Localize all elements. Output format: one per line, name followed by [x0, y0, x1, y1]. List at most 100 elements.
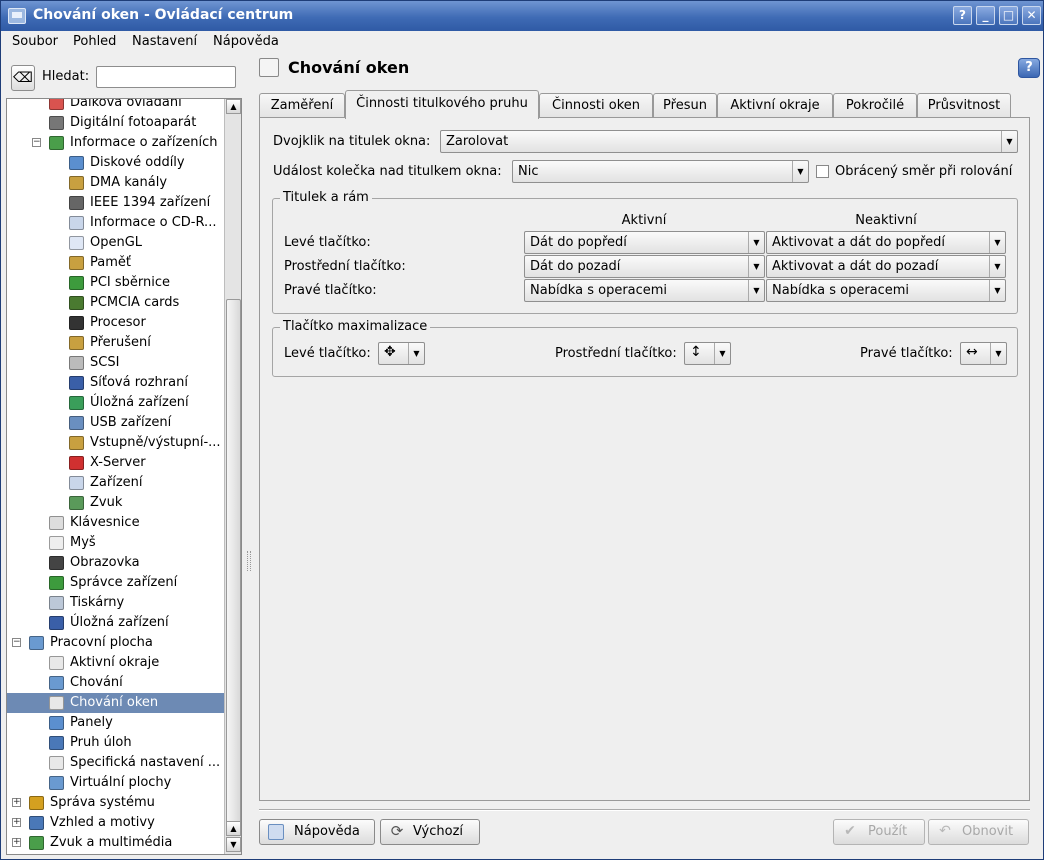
tree-item[interactable]: Myš [7, 533, 225, 553]
menu-help[interactable]: Nápověda [213, 34, 279, 49]
tree-item[interactable]: − Informace o zařízeních [7, 133, 225, 153]
tree-item[interactable]: Klávesnice [7, 513, 225, 533]
tree-item[interactable]: Procesor [7, 313, 225, 333]
help-button[interactable]: Nápověda [259, 819, 375, 845]
frame-right-active-combo[interactable]: Nabídka s operacemi ▼ [524, 279, 765, 302]
tree-item-label: Dálková ovládání [70, 98, 182, 110]
max-left-combo[interactable]: ✥ ▼ [378, 342, 425, 365]
context-help-button[interactable]: ? [953, 6, 972, 25]
tree-item[interactable]: Obrazovka [7, 553, 225, 573]
tab-translucency[interactable]: Průsvitnost [917, 93, 1011, 118]
scroll-thumb[interactable] [226, 299, 241, 824]
panel-splitter[interactable] [247, 551, 251, 571]
tree-item[interactable]: Chování [7, 673, 225, 693]
frame-right-inactive-combo[interactable]: Nabídka s operacemi ▼ [766, 279, 1006, 302]
tree-item-label: Diskové oddíly [90, 155, 185, 170]
tree-item-label: Virtuální plochy [70, 775, 172, 790]
help-icon[interactable]: ? [1018, 58, 1040, 78]
tree-item[interactable]: USB zařízení [7, 413, 225, 433]
tab-focus[interactable]: Zaměření [259, 93, 345, 118]
tab-moving[interactable]: Přesun [653, 93, 717, 118]
scroll-down-arrow[interactable]: ▼ [226, 837, 241, 852]
tree-item[interactable]: PCI sběrnice [7, 273, 225, 293]
tree-item-label: USB zařízení [90, 415, 172, 430]
tree-item[interactable]: Informace o CD-R... [7, 213, 225, 233]
usb-icon [69, 416, 84, 430]
tree-item[interactable]: Správce zařízení [7, 573, 225, 593]
module-title: Chování oken [288, 58, 410, 77]
title-bar[interactable]: Chování oken - Ovládací centrum ? _ □ ✕ [1, 1, 1043, 31]
tab-advanced[interactable]: Pokročilé [833, 93, 917, 118]
tree-item-label: OpenGL [90, 235, 143, 250]
tab-titlebar-actions[interactable]: Činnosti titulkového pruhu [345, 90, 539, 119]
tree-item[interactable]: Virtuální plochy [7, 773, 225, 793]
tab-active-edges[interactable]: Aktivní okraje [717, 93, 833, 118]
tree-item[interactable]: Digitální fotoaparát [7, 113, 225, 133]
tree-item-label: Vzhled a motivy [50, 815, 155, 830]
frame-middle-inactive-combo[interactable]: Aktivovat a dát do pozadí ▼ [766, 255, 1006, 278]
tree-item[interactable]: DMA kanály [7, 173, 225, 193]
defaults-button[interactable]: ⟳ Výchozí [380, 819, 480, 845]
tree-item[interactable]: Panely [7, 713, 225, 733]
tree-item[interactable]: IEEE 1394 zařízení [7, 193, 225, 213]
tree-item[interactable]: + Vzhled a motivy [7, 813, 225, 833]
menu-file[interactable]: Soubor [12, 34, 58, 49]
scroll-up-arrow-lower[interactable]: ▲ [226, 821, 241, 836]
frame-left-inactive-combo[interactable]: Aktivovat a dát do popředí ▼ [766, 231, 1006, 254]
tree-item[interactable]: − Pracovní plocha [7, 633, 225, 653]
tree-item[interactable]: Dálková ovládání [7, 98, 225, 113]
max-right-combo[interactable]: ↔ ▼ [960, 342, 1007, 365]
tree-item[interactable]: + Zvuk a multimédia [7, 833, 225, 853]
camera-icon [49, 116, 64, 130]
doubleclick-combo[interactable]: Zarolovat ▼ [440, 130, 1018, 153]
tab-window-actions[interactable]: Činnosti oken [539, 93, 653, 118]
tree-item[interactable]: + Správa systému [7, 793, 225, 813]
tree-item-label: IEEE 1394 zařízení [90, 195, 211, 210]
reset-button[interactable]: ↶ Obnovit [928, 819, 1029, 845]
close-button[interactable]: ✕ [1022, 6, 1041, 25]
frame-middle-active-combo[interactable]: Dát do pozadí ▼ [524, 255, 765, 278]
tree-item[interactable]: Chování oken [7, 693, 225, 713]
tree-item[interactable]: Aktivní okraje [7, 653, 225, 673]
system-admin-icon [29, 796, 44, 810]
tree-item[interactable]: Specifická nastavení ... [7, 753, 225, 773]
tree-item[interactable]: Diskové oddíly [7, 153, 225, 173]
expand-icon[interactable]: + [12, 798, 21, 807]
menu-view[interactable]: Pohled [73, 34, 116, 49]
apply-button[interactable]: ✔ Použít [833, 819, 925, 845]
tree-item[interactable]: OpenGL [7, 233, 225, 253]
tree-scrollbar[interactable]: ▲ ▲ ▼ [224, 99, 241, 854]
tree-item[interactable]: Tiskárny [7, 593, 225, 613]
tree-item[interactable]: Síťová rozhraní [7, 373, 225, 393]
tree-item[interactable]: Přerušení [7, 333, 225, 353]
max-middle-combo[interactable]: ↕ ▼ [684, 342, 731, 365]
tree-item[interactable]: Zvuk [7, 493, 225, 513]
maximize-button[interactable]: □ [999, 6, 1018, 25]
tree-item[interactable]: SCSI [7, 353, 225, 373]
tree-item[interactable]: Vstupně/výstupní-... [7, 433, 225, 453]
tree-item[interactable]: Zařízení [7, 473, 225, 493]
collapse-icon[interactable]: − [12, 638, 21, 647]
expand-icon[interactable]: + [12, 838, 21, 847]
search-input[interactable] [96, 66, 236, 88]
expand-icon[interactable]: + [12, 818, 21, 827]
tree-item[interactable]: Paměť [7, 253, 225, 273]
collapse-icon[interactable]: − [32, 138, 41, 147]
tree-item[interactable]: Úložná zařízení [7, 613, 225, 633]
scroll-up-arrow[interactable]: ▲ [226, 99, 241, 114]
tree-item[interactable]: PCMCIA cards [7, 293, 225, 313]
active-edges-icon [49, 656, 64, 670]
defaults-button-label: Výchozí [413, 824, 464, 839]
clear-search-button[interactable]: ⌫ [11, 65, 35, 91]
frame-left-active-combo[interactable]: Dát do popředí ▼ [524, 231, 765, 254]
frame-middle-label: Prostřední tlačítko: [284, 259, 406, 274]
tree-item[interactable]: X-Server [7, 453, 225, 473]
menu-settings[interactable]: Nastavení [132, 34, 197, 49]
tree-item[interactable]: Pruh úloh [7, 733, 225, 753]
reverse-scroll-checkbox[interactable] [816, 165, 829, 178]
minimize-button[interactable]: _ [976, 6, 995, 25]
tree-item[interactable]: Úložná zařízení [7, 393, 225, 413]
wheel-combo[interactable]: Nic ▼ [512, 160, 809, 183]
checkmark-icon: ✔ [844, 823, 856, 839]
module-tree: Dálková ovládání Digitální fotoaparát − Inf… [6, 98, 242, 855]
